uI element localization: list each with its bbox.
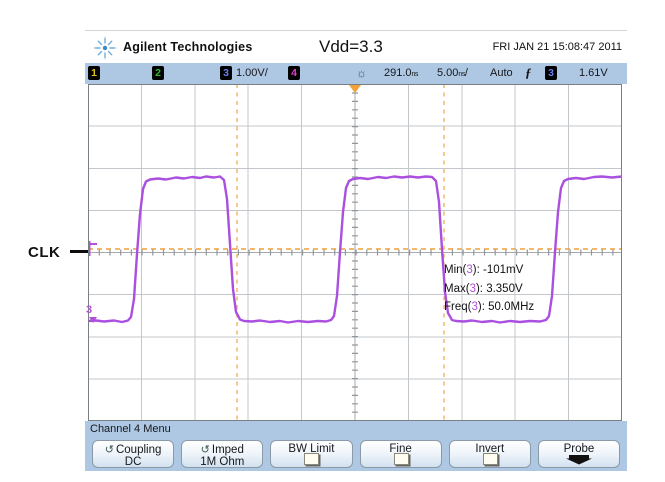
- channel-4-indicator: 4: [288, 66, 300, 80]
- coupling-button[interactable]: ↺Coupling DC: [92, 440, 174, 468]
- edge-trigger-icon: ƒ: [525, 65, 532, 81]
- bw-limit-button[interactable]: BW Limit: [270, 440, 352, 468]
- measurement-freq: Freq(3): 50.0MHz: [444, 298, 534, 317]
- channel-3-scale: 1.00V/: [236, 67, 268, 79]
- brand-name: Agilent Technologies: [123, 40, 252, 54]
- invert-button[interactable]: Invert: [449, 440, 531, 468]
- submenu-down-arrow-icon: [565, 455, 593, 465]
- agilent-logo-icon: [93, 36, 117, 60]
- fine-checkbox[interactable]: [394, 453, 409, 465]
- softkey-menu: ↺Coupling DC ↺Imped 1M Ohm BW Limit Fine…: [85, 438, 627, 471]
- channel-3-position-marker[interactable]: 3: [86, 304, 92, 316]
- acquisition-mode: Auto: [490, 67, 513, 79]
- channel-3-indicator: 3: [220, 66, 232, 80]
- cycle-icon: ↺: [105, 444, 114, 456]
- menu-title: Channel 4 Menu: [85, 421, 627, 438]
- vdd-annotation: Vdd=3.3: [319, 37, 383, 57]
- measurement-max: Max(3): 3.350V: [444, 280, 534, 299]
- timebase-readout: 5.00ns/: [437, 67, 468, 79]
- cycle-icon: ↺: [201, 444, 210, 456]
- invert-checkbox[interactable]: [483, 453, 498, 465]
- measurement-readout: Min(3): -101mV Max(3): 3.350V Freq(3): 5…: [444, 261, 534, 317]
- delay-readout: 291.0ns: [384, 67, 418, 79]
- datetime: FRI JAN 21 15:08:47 2011: [493, 41, 622, 53]
- time-ref-marker-icon: [349, 85, 361, 93]
- trigger-level: 1.61V: [579, 67, 608, 79]
- channel-1-indicator: 1: [88, 66, 100, 80]
- graticule: 3 Min(3): -101mV Max(3): 3.350V Freq(3):…: [88, 84, 622, 421]
- channel-2-indicator: 2: [152, 66, 164, 80]
- bw-limit-checkbox[interactable]: [304, 453, 319, 465]
- clk-label: CLK: [28, 244, 60, 261]
- scope-header: Agilent Technologies Vdd=3.3 FRI JAN 21 …: [85, 31, 627, 63]
- impedance-button[interactable]: ↺Imped 1M Ohm: [181, 440, 263, 468]
- channel-3-position-arrow-icon: [89, 317, 97, 323]
- measurement-min: Min(3): -101mV: [444, 261, 534, 280]
- brightness-icon: ☼: [356, 66, 367, 80]
- oscilloscope-screen: Agilent Technologies Vdd=3.3 FRI JAN 21 …: [85, 30, 627, 471]
- waveform-display: [88, 84, 622, 421]
- fine-button[interactable]: Fine: [360, 440, 442, 468]
- probe-button[interactable]: Probe: [538, 440, 620, 468]
- trigger-source-indicator: 3: [545, 66, 557, 80]
- status-bar: 1 2 3 1.00V/ 4 ☼ 291.0ns 5.00ns/ Auto ƒ …: [85, 63, 627, 84]
